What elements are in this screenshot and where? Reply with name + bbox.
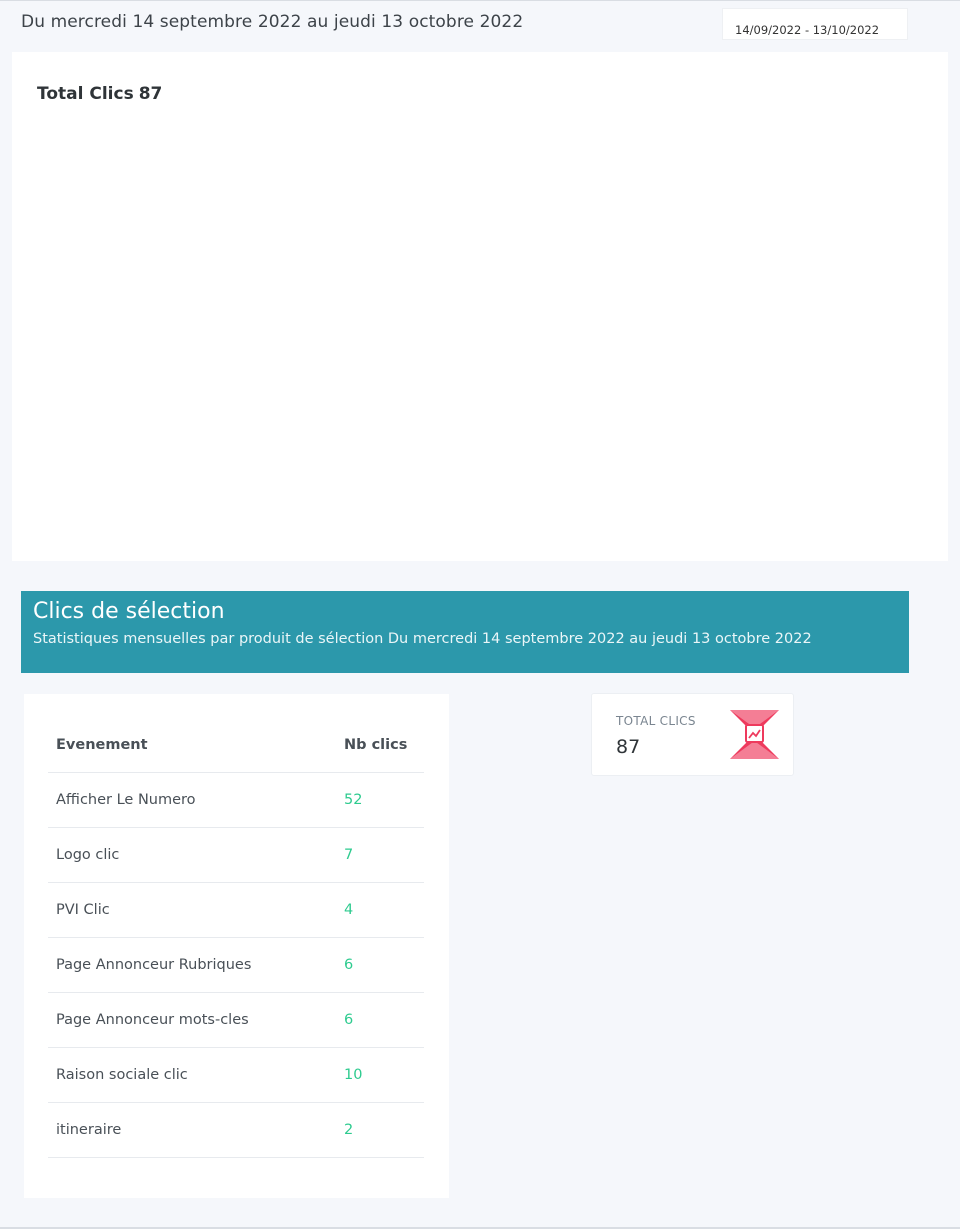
click-count: 52 xyxy=(336,772,424,828)
event-name: itineraire xyxy=(48,1102,336,1158)
column-header-event: Evenement xyxy=(48,718,336,773)
table-row: Raison sociale clic 10 xyxy=(48,1047,424,1103)
event-name: Page Annonceur Rubriques xyxy=(48,937,336,993)
table-row: PVI Clic 4 xyxy=(48,882,424,938)
table-row: Logo clic 7 xyxy=(48,827,424,883)
event-name: Afficher Le Numero xyxy=(48,772,336,828)
events-table-card: Evenement Nb clics Afficher Le Numero 52… xyxy=(24,694,449,1198)
chart-card: Total Clics 87 xyxy=(12,52,948,561)
click-count: 6 xyxy=(336,937,424,993)
event-name: PVI Clic xyxy=(48,882,336,938)
events-table: Evenement Nb clics Afficher Le Numero 52… xyxy=(48,718,424,1158)
selection-title: Clics de sélection xyxy=(33,599,225,624)
chart-title-value: 87 xyxy=(138,84,163,104)
table-row: itineraire 2 xyxy=(48,1102,424,1158)
date-range-heading: Du mercredi 14 septembre 2022 au jeudi 1… xyxy=(21,12,524,32)
chart-icon xyxy=(730,710,779,759)
table-row: Page Annonceur Rubriques 6 xyxy=(48,937,424,993)
chart-title: Total Clics 87 xyxy=(37,84,162,104)
table-header-row: Evenement Nb clics xyxy=(48,718,424,773)
click-count: 7 xyxy=(336,827,424,883)
selection-subtitle: Statistiques mensuelles par produit de s… xyxy=(33,631,812,647)
top-divider xyxy=(0,0,960,1)
total-clicks-value: 87 xyxy=(616,736,641,758)
selection-banner: Clics de sélection Statistiques mensuell… xyxy=(21,591,909,673)
date-range-picker[interactable]: 14/09/2022 - 13/10/2022 xyxy=(722,8,908,40)
click-count: 2 xyxy=(336,1102,424,1158)
event-name: Raison sociale clic xyxy=(48,1047,336,1103)
event-name: Page Annonceur mots-cles xyxy=(48,992,336,1048)
chart-area xyxy=(37,122,923,542)
event-name: Logo clic xyxy=(48,827,336,883)
column-header-clicks: Nb clics xyxy=(336,718,424,773)
click-count: 10 xyxy=(336,1047,424,1103)
total-clicks-card: TOTAL CLICS 87 xyxy=(591,693,794,776)
click-count: 6 xyxy=(336,992,424,1048)
click-count: 4 xyxy=(336,882,424,938)
table-row: Page Annonceur mots-cles 6 xyxy=(48,992,424,1048)
table-row: Afficher Le Numero 52 xyxy=(48,772,424,828)
chart-title-label: Total Clics xyxy=(37,84,134,104)
total-clicks-label: TOTAL CLICS xyxy=(616,714,696,728)
